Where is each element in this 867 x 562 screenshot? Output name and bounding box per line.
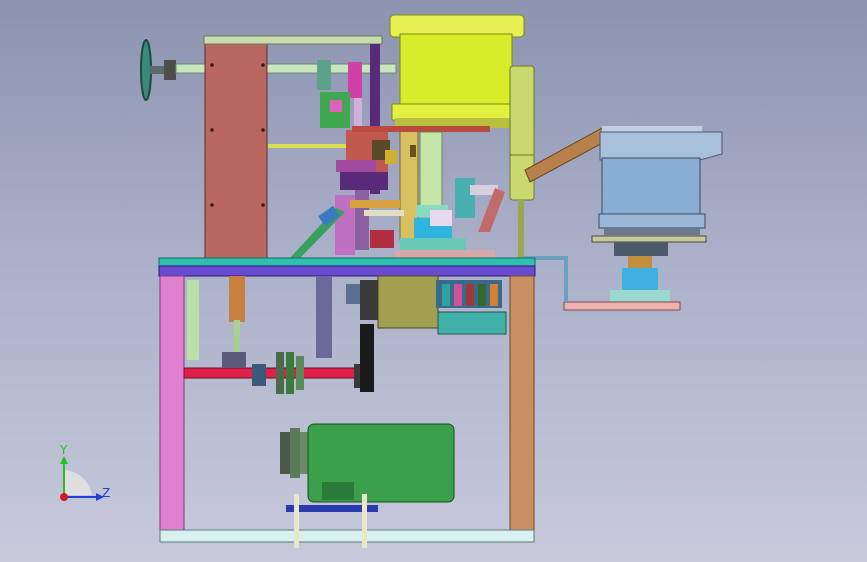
left-side-plate[interactable] — [204, 35, 268, 261]
bronze-bushing[interactable] — [229, 276, 245, 322]
top-crossbar[interactable] — [203, 35, 383, 45]
yellow-guide-rail[interactable] — [268, 144, 348, 148]
machine-assembly-drawing[interactable]: Y Z — [0, 0, 867, 562]
z-axis-label: Z — [102, 486, 110, 500]
electric-motor[interactable] — [280, 423, 455, 503]
cad-3d-viewport[interactable]: Y Z — [0, 0, 867, 562]
y-axis-label: Y — [59, 443, 68, 457]
feed-chute[interactable] — [524, 127, 609, 183]
lower-guide-column[interactable] — [316, 276, 332, 358]
vibratory-bowl[interactable] — [563, 126, 723, 311]
left-hanging-rod[interactable] — [187, 280, 199, 360]
handwheel[interactable] — [140, 39, 176, 101]
origin-marker — [60, 493, 68, 501]
pulley-shaft[interactable] — [183, 324, 374, 394]
orientation-triad: Y Z — [59, 443, 110, 501]
triad-quadrant — [64, 470, 92, 495]
table-top[interactable] — [158, 257, 536, 277]
